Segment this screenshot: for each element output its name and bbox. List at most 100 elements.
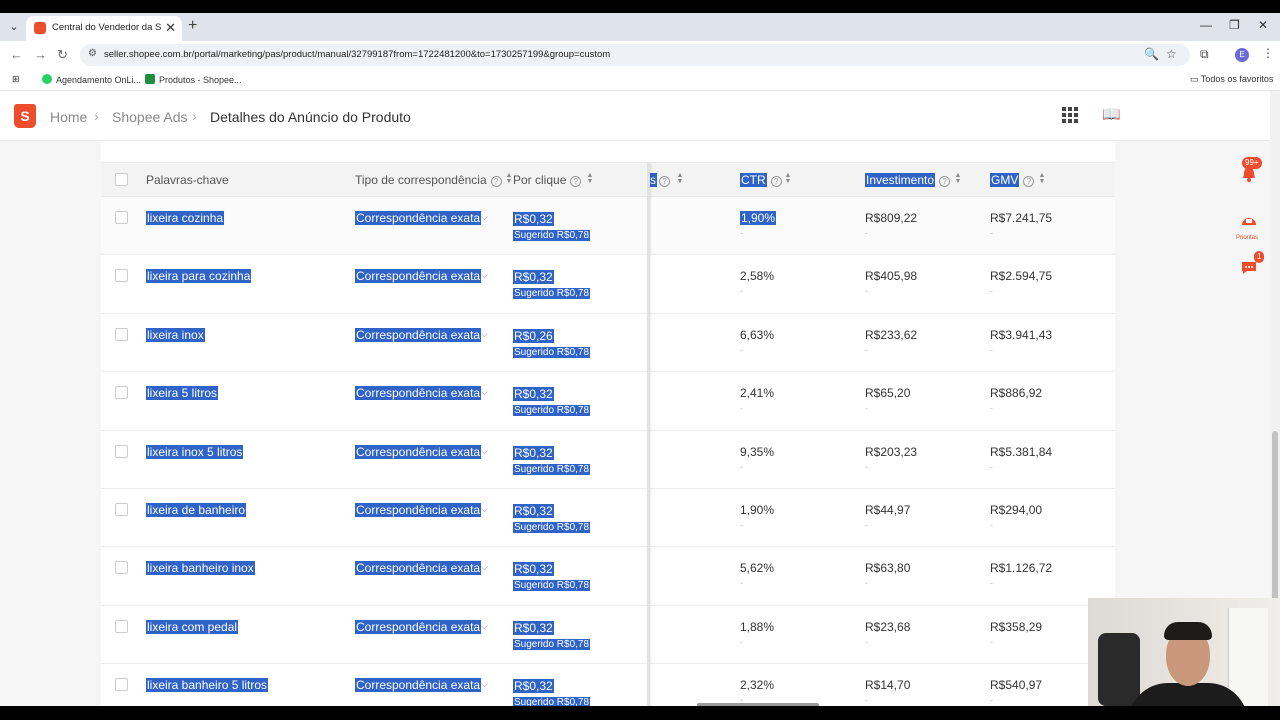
bid-value[interactable]: R$0,32 (513, 387, 554, 402)
ctr-compare: - (740, 228, 743, 238)
bid-value[interactable]: R$0,32 (513, 270, 554, 285)
row-checkbox[interactable] (115, 386, 128, 400)
match-type-select[interactable]: Correspondência exata (355, 269, 482, 284)
col-match: Tipo de correspondência? (355, 173, 502, 187)
apps-icon[interactable]: ⊞ (12, 74, 20, 85)
fixed-column-divider (647, 163, 650, 706)
table-row: lixeira banheiro 5 litros Correspondência… (101, 664, 1115, 706)
match-type-select[interactable]: Correspondência exata (355, 619, 482, 634)
whatsapp-icon (42, 74, 52, 84)
sort-icon[interactable]: ▲ ▼ (784, 172, 792, 185)
bid-value[interactable]: R$0,32 (513, 620, 554, 635)
menu-icon[interactable]: ⋮ (1262, 46, 1274, 60)
all-favorites[interactable]: ▭ Todos os favoritos (1190, 74, 1273, 85)
chevron-down-icon[interactable]: ⌵ (481, 446, 488, 457)
match-type-select[interactable]: Correspondência exata (355, 386, 482, 401)
help-icon[interactable]: ? (490, 176, 502, 187)
address-bar[interactable]: ⚙ seller.shopee.com.br/portal/marketing/… (80, 44, 1190, 66)
ctr-compare: - (740, 578, 743, 589)
forward-icon[interactable]: → (34, 47, 47, 62)
row-checkbox[interactable] (115, 619, 128, 633)
col-match-label: Tipo de correspondência (355, 173, 487, 187)
col-investment-label: Investimento (865, 173, 936, 187)
bid-value[interactable]: R$0,32 (513, 445, 554, 460)
chevron-down-icon[interactable]: ⌵ (481, 329, 488, 340)
browser-tab[interactable]: Central do Vendedor da Shopee ✕ (26, 16, 182, 41)
chevron-down-icon[interactable]: ⌵ (481, 679, 488, 690)
breadcrumb-current: Detalhes do Anúncio do Produto (210, 109, 411, 125)
select-all-checkbox[interactable] (115, 173, 128, 186)
row-checkbox[interactable] (115, 269, 128, 283)
help-icon[interactable]: ? (1023, 176, 1035, 187)
sort-icon[interactable]: ▲ ▼ (586, 172, 594, 185)
help-icon[interactable]: ? (770, 176, 782, 187)
table-row: lixeira de banheiro Correspondência exata… (101, 489, 1115, 548)
bid-value[interactable]: R$0,32 (513, 562, 554, 577)
site-info-icon[interactable]: ⚙ (88, 48, 97, 59)
gmv-compare: - (990, 519, 993, 530)
ctr-text: 1,88% (740, 619, 775, 634)
chevron-down-icon[interactable]: ⌵ (481, 621, 488, 632)
help-icon[interactable]: ? (939, 176, 951, 187)
chevron-down-icon[interactable]: ⌵ (481, 212, 488, 223)
bookmark-agendamento[interactable]: Agendamento OnLi... (42, 74, 141, 85)
bid-value[interactable]: R$0,32 (513, 679, 554, 694)
breadcrumb-home[interactable]: Home (50, 109, 87, 125)
bid-value[interactable]: R$0,32 (513, 212, 554, 226)
bookmark-produtos[interactable]: Produtos - Shopee... (145, 74, 242, 85)
sort-icon[interactable]: ▲ ▼ (505, 172, 513, 185)
new-tab-icon[interactable]: + (188, 17, 197, 35)
priority-icon[interactable] (1240, 211, 1258, 229)
scroll-thumb[interactable] (1272, 431, 1278, 611)
breadcrumb-shopee-ads[interactable]: Shopee Ads (112, 109, 188, 125)
chevron-down-icon[interactable]: ⌵ (481, 562, 488, 573)
bid-value[interactable]: R$0,26 (513, 328, 554, 343)
letterbox-bottom (0, 706, 1280, 720)
ctr-value: 2,41% (740, 386, 774, 400)
row-checkbox[interactable] (115, 327, 128, 341)
apps-grid-icon[interactable] (1062, 107, 1078, 123)
match-type-select[interactable]: Correspondência exata (355, 678, 482, 693)
row-checkbox[interactable] (115, 502, 128, 516)
gmv-compare: - (990, 228, 993, 238)
match-type-select[interactable]: Correspondência exata (355, 327, 482, 342)
match-type-select[interactable]: Correspondência exata (355, 211, 482, 225)
shopee-logo[interactable]: S (14, 104, 36, 128)
bid-value[interactable]: R$0,32 (513, 503, 554, 518)
row-checkbox[interactable] (115, 444, 128, 458)
chevron-down-icon[interactable]: ⌵ (481, 504, 488, 515)
window-close-icon[interactable]: ✕ (1258, 18, 1268, 32)
chevron-down-icon[interactable]: ⌵ (481, 387, 488, 398)
reload-icon[interactable]: ↻ (57, 47, 68, 63)
close-icon[interactable]: ✕ (165, 20, 176, 36)
url-text: seller.shopee.com.br/portal/marketing/pa… (104, 49, 611, 60)
tab-search-icon[interactable]: ⌄ (6, 19, 22, 35)
zoom-icon[interactable]: 🔍 (1144, 47, 1159, 61)
minimize-icon[interactable]: — (1200, 18, 1212, 32)
keyword-text: lixeira inox (146, 327, 205, 342)
investment-value: R$65,20 (865, 386, 911, 401)
sort-icon[interactable]: ▲ ▼ (676, 172, 684, 185)
table-row: lixeira cozinha Correspondência exata ⌵ R$0… (101, 197, 1115, 256)
gmv-compare: - (990, 578, 993, 589)
extensions-icon[interactable]: ⧉ (1200, 47, 1209, 62)
row-checkbox[interactable] (115, 678, 128, 692)
book-icon[interactable]: 📖 (1102, 105, 1121, 123)
chevron-down-icon[interactable]: ⌵ (481, 270, 488, 281)
match-type-select[interactable]: Correspondência exata (355, 502, 482, 517)
suggested-bid: Sugerido R$0,78 (513, 580, 591, 592)
row-checkbox[interactable] (115, 561, 128, 575)
help-icon[interactable]: ? (570, 176, 582, 187)
restore-icon[interactable]: ❐ (1229, 18, 1240, 32)
sort-icon[interactable]: ▲ ▼ (954, 172, 962, 185)
row-checkbox[interactable] (115, 211, 128, 224)
help-icon[interactable]: ? (659, 176, 670, 187)
back-icon[interactable]: ← (10, 47, 23, 62)
match-type-select[interactable]: Correspondência exata (355, 561, 482, 576)
browser-window: ⌄ Central do Vendedor da Shopee ✕ + — ❐ … (0, 13, 1280, 706)
sort-icon[interactable]: ▲ ▼ (1038, 172, 1046, 185)
match-type-select[interactable]: Correspondência exata (355, 444, 482, 459)
bookmark-star-icon[interactable]: ☆ (1166, 47, 1177, 61)
profile-avatar[interactable]: E (1235, 48, 1249, 62)
investment-compare: - (865, 636, 868, 647)
